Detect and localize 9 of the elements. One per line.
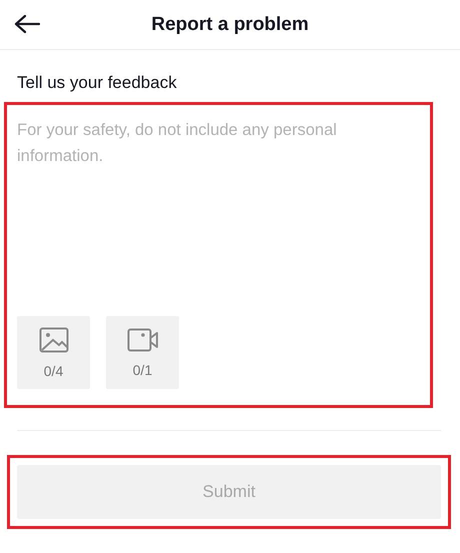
back-button[interactable]: [12, 12, 42, 36]
video-camera-icon: [126, 328, 158, 352]
attachment-count: 0/1: [132, 362, 152, 378]
image-icon: [38, 326, 68, 352]
add-video-button[interactable]: 0/1: [106, 316, 179, 389]
page-title: Report a problem: [151, 14, 309, 36]
field-label: Tell us your feedback: [17, 73, 178, 94]
attachment-count: 0/4: [44, 362, 64, 378]
add-image-button[interactable]: 0/4: [17, 316, 90, 389]
